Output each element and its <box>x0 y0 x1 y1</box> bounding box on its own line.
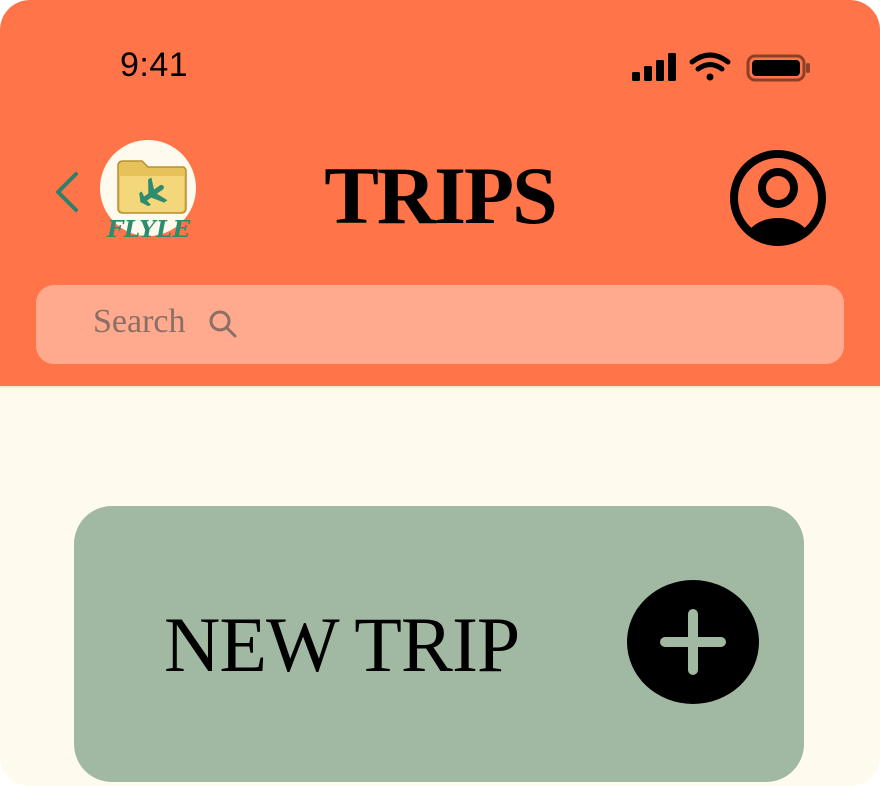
new-trip-label: NEW TRIP <box>164 601 520 688</box>
folder-airplane-icon <box>117 160 187 214</box>
plus-icon <box>627 580 759 704</box>
wifi-icon <box>689 52 731 81</box>
status-time: 9:41 <box>120 46 189 84</box>
profile-button[interactable] <box>728 148 828 248</box>
app-screen: 9:41 FLYLE TRIPS Search NEW TRIP <box>0 0 880 786</box>
back-button[interactable] <box>50 170 86 214</box>
header-divider <box>0 386 880 388</box>
search-icon <box>209 310 237 338</box>
page-title: TRIPS <box>324 150 558 241</box>
chevron-left-icon <box>56 172 78 212</box>
search-placeholder: Search <box>93 303 186 340</box>
new-trip-button[interactable]: NEW TRIP <box>74 506 804 782</box>
search-bar[interactable]: Search <box>36 285 844 364</box>
app-logo: FLYLE <box>98 140 200 244</box>
battery-icon <box>746 54 810 82</box>
status-icons <box>632 52 810 82</box>
cellular-signal-icon <box>632 53 676 81</box>
header: 9:41 FLYLE TRIPS Search <box>0 0 880 386</box>
logo-wordmark: FLYLE <box>107 216 191 243</box>
user-avatar-icon <box>730 150 826 246</box>
